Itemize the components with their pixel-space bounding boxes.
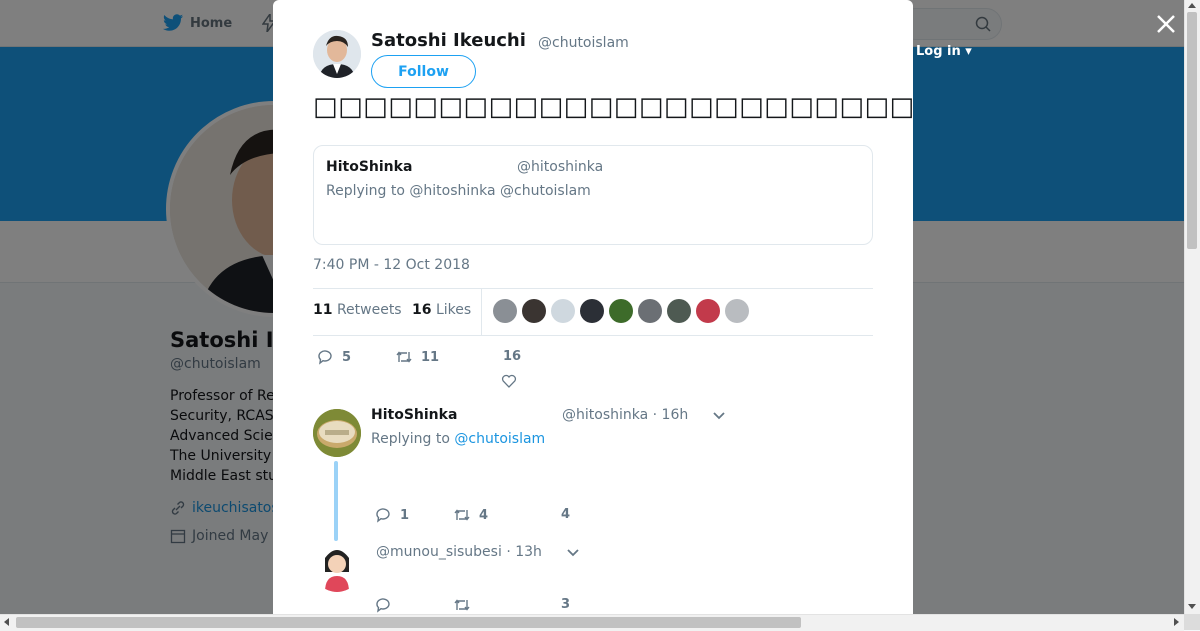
reply-reply-button[interactable]: 1 [374, 506, 409, 524]
retweets-stat[interactable]: 11 Retweets [313, 302, 402, 318]
reply-actions: 1 4 4 [371, 504, 671, 526]
quoted-author-handle: @hitoshinka [517, 159, 604, 175]
reply-avatar-image [313, 544, 361, 592]
login-link[interactable]: Log in ▾ [916, 44, 972, 59]
liker-avatar[interactable] [725, 299, 749, 323]
like-count: 16 [503, 349, 522, 364]
tweet-text: □□□□□□□□□□□□□□□□□□□□□□□□□□□□□□□□□□100□□□… [313, 92, 913, 122]
likes-label: Likes [435, 302, 472, 318]
quoted-author-name: HitoShinka [326, 159, 413, 175]
scroll-down-arrow-icon[interactable] [1188, 602, 1196, 610]
tweet-actions: 5 11 16 [313, 346, 873, 390]
horizontal-scrollbar-thumb[interactable] [16, 617, 801, 628]
reply-retweet-button[interactable]: 4 [453, 506, 488, 524]
quoted-tweet[interactable]: HitoShinka @hitoshinka Replying to @hito… [313, 145, 873, 245]
retweets-count: 11 [313, 302, 333, 318]
follow-button[interactable]: Follow [371, 55, 476, 88]
author-photo [313, 30, 361, 78]
liker-avatar[interactable] [667, 299, 691, 323]
reply-avatar[interactable] [313, 409, 361, 457]
reply-count: 5 [342, 349, 352, 365]
scroll-up-arrow-icon[interactable] [1188, 2, 1196, 10]
reply-icon [376, 508, 390, 523]
retweets-label: Retweets [336, 302, 402, 318]
retweet-icon[interactable] [453, 596, 471, 614]
scroll-right-arrow-icon[interactable] [1172, 618, 1180, 626]
thread-connector [334, 461, 338, 541]
reply-replying-to: Replying to @chutoislam [371, 431, 545, 447]
reply-retweet-count: 4 [479, 507, 489, 523]
close-icon[interactable] [1154, 12, 1178, 36]
reply-avatar[interactable] [313, 544, 361, 592]
reply-icon [318, 350, 332, 365]
reply-button[interactable]: 5 [316, 348, 351, 366]
reply-author-name[interactable]: HitoShinka [371, 407, 457, 423]
reply-actions: 3 [371, 594, 671, 614]
liker-avatar[interactable] [696, 299, 720, 323]
reply-like-button[interactable]: 3 [561, 597, 570, 612]
replying-prefix: Replying to [371, 431, 450, 447]
author-name[interactable]: Satoshi Ikeuchi [371, 30, 526, 51]
tweet-modal: Satoshi Ikeuchi @chutoislam Follow □□□□□… [273, 0, 913, 614]
liker-avatar[interactable] [638, 299, 662, 323]
reply-handle-text: @munou_sisubesi [376, 544, 502, 560]
heart-icon[interactable] [501, 373, 517, 389]
reply-reply-count: 1 [400, 507, 410, 523]
chevron-down-icon[interactable] [711, 410, 727, 422]
liker-avatar[interactable] [580, 299, 604, 323]
quoted-replying-to: Replying to @hitoshinka @chutoislam [326, 183, 591, 199]
stats-divider [481, 289, 482, 335]
replying-to-link[interactable]: @chutoislam [454, 431, 545, 447]
reply-like-count: 4 [561, 507, 571, 522]
liker-avatar[interactable] [551, 299, 575, 323]
vertical-scrollbar-thumb[interactable] [1187, 12, 1197, 249]
liker-avatar[interactable] [493, 299, 517, 323]
reply-handle-text: @hitoshinka [562, 407, 649, 423]
reply-like-count: 3 [561, 597, 571, 612]
chevron-down-icon[interactable] [565, 547, 581, 559]
reply-time[interactable]: · 13h [506, 544, 542, 560]
scroll-left-arrow-icon[interactable] [3, 618, 11, 626]
retweet-count: 11 [421, 349, 440, 365]
likes-stat[interactable]: 16 Likes [412, 302, 471, 318]
reply-time[interactable]: · 16h [653, 407, 689, 423]
liker-avatar[interactable] [609, 299, 633, 323]
reply-author-handle[interactable]: @munou_sisubesi · 13h [376, 544, 542, 560]
liker-avatars [493, 299, 749, 323]
retweet-button[interactable]: 11 [395, 348, 439, 366]
reply-author-handle[interactable]: @hitoshinka · 16h [562, 407, 688, 423]
author-handle[interactable]: @chutoislam [538, 35, 629, 51]
retweet-icon [454, 509, 470, 521]
reply-icon[interactable] [374, 596, 392, 614]
liker-avatar[interactable] [522, 299, 546, 323]
likes-count: 16 [412, 302, 432, 318]
reply-like-button[interactable]: 4 [561, 507, 570, 522]
reply-avatar-image [313, 409, 361, 457]
tweet-stats: 11 Retweets 16 Likes [313, 288, 873, 336]
retweet-icon [396, 351, 412, 363]
scrollbar-corner [1184, 614, 1200, 630]
tweet-timestamp[interactable]: 7:40 PM - 12 Oct 2018 [313, 257, 470, 273]
author-avatar[interactable] [313, 30, 361, 78]
like-count-label: 16 [503, 349, 521, 364]
